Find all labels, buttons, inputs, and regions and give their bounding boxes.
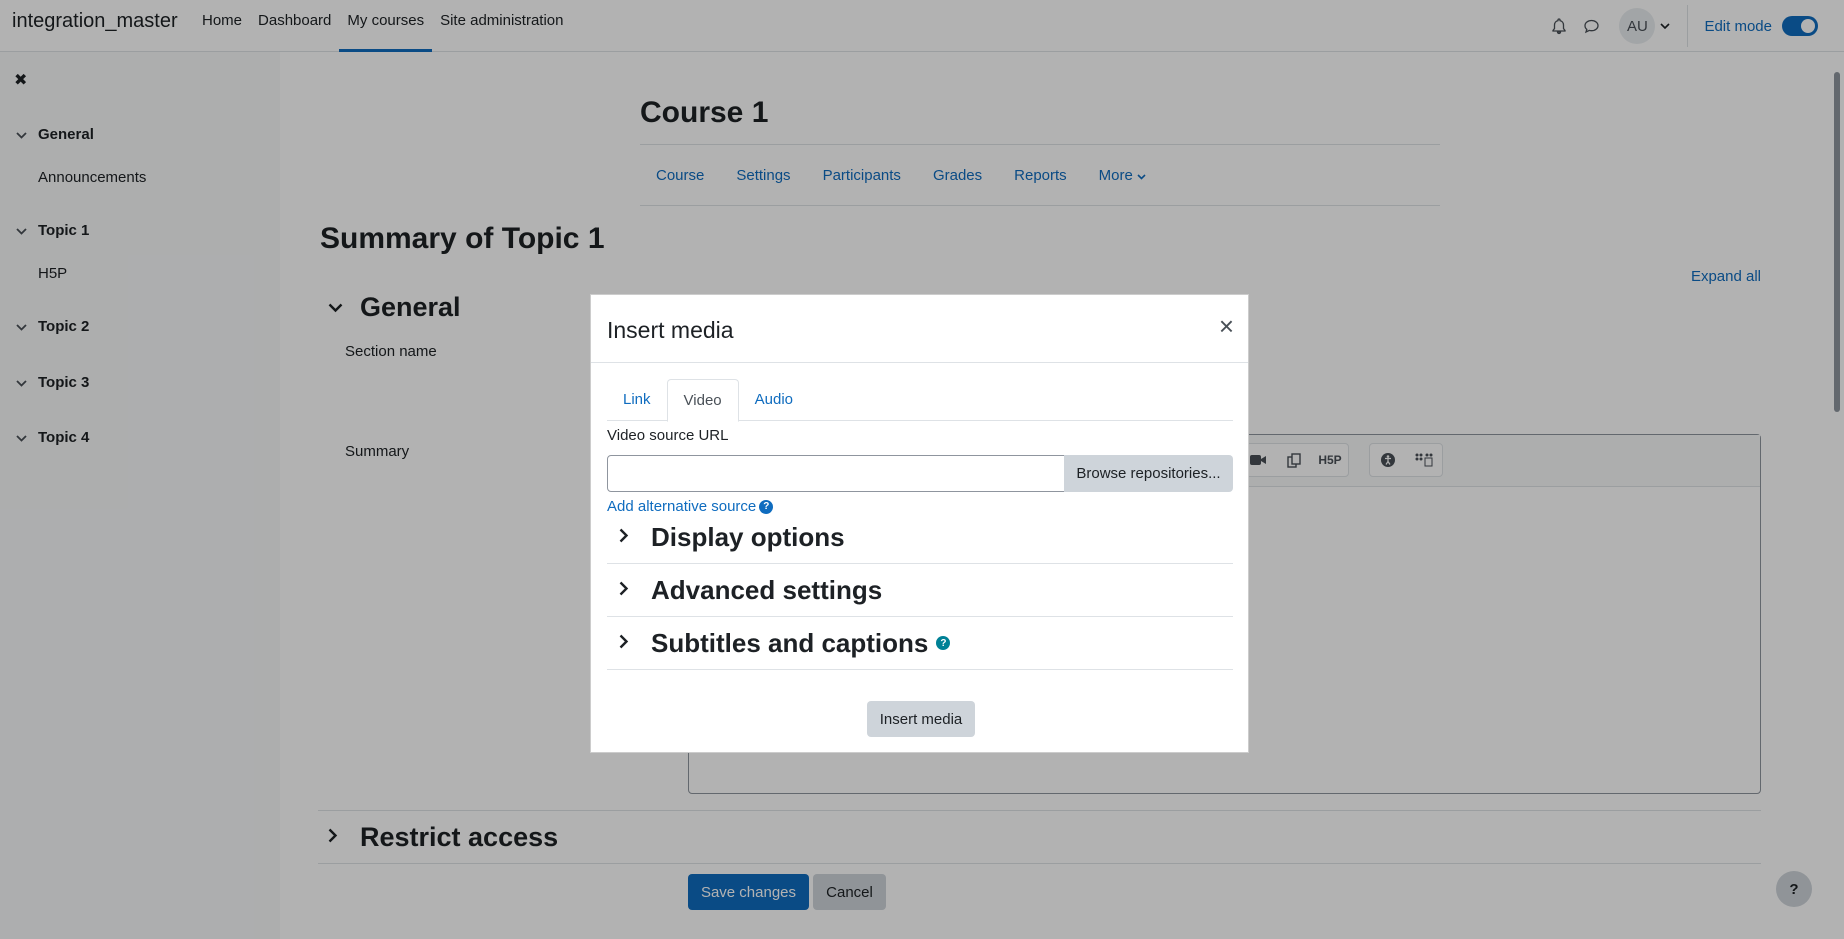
modal-header: Insert media ×: [591, 295, 1248, 363]
close-icon[interactable]: ×: [1219, 313, 1234, 339]
subtitles-captions-section[interactable]: Subtitles and captions ?: [607, 617, 1233, 670]
tab-link[interactable]: Link: [607, 379, 667, 421]
help-question-icon[interactable]: ?: [936, 636, 951, 650]
display-options-section[interactable]: Display options: [607, 511, 1233, 564]
video-source-url-input[interactable]: [607, 455, 1065, 492]
tab-video[interactable]: Video: [666, 379, 739, 422]
modal-title: Insert media: [607, 317, 734, 343]
advanced-settings-section[interactable]: Advanced settings: [607, 564, 1233, 617]
media-type-tabs: Link Video Audio: [607, 379, 1233, 422]
chevron-right-icon: [607, 579, 651, 602]
chevron-right-icon: [607, 526, 651, 549]
chevron-right-icon: [607, 632, 651, 655]
insert-media-dialog: Insert media × Link Video Audio Video so…: [590, 294, 1249, 753]
tab-audio[interactable]: Audio: [739, 379, 809, 421]
subtitles-captions-title: Subtitles and captions: [651, 627, 929, 658]
video-source-url-label: Video source URL: [607, 427, 729, 444]
advanced-settings-title: Advanced settings: [651, 574, 883, 605]
insert-media-button[interactable]: Insert media: [867, 701, 975, 737]
display-options-title: Display options: [651, 521, 845, 552]
browse-repositories-button[interactable]: Browse repositories...: [1064, 455, 1233, 492]
